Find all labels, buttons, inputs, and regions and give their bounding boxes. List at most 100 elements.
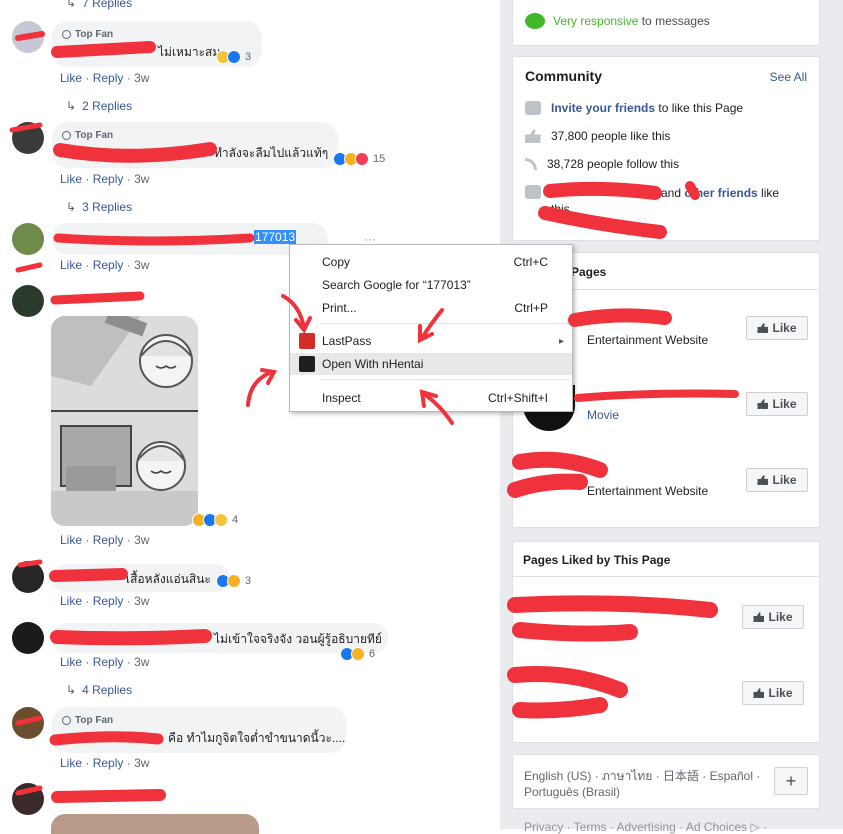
comment-text: ทำลังจะลืมไปแล้วแท้ๆ [214, 146, 329, 160]
comment-actions: Like · Reply · 3w [60, 258, 150, 272]
view-replies-link[interactable]: ↳ 7 Replies [66, 0, 132, 10]
invite-friends-row: Invite your friends to like this Page [525, 101, 743, 115]
related-pages-title: Pages [571, 265, 607, 279]
like-page-button[interactable]: Like [746, 468, 808, 492]
reaction-summary[interactable]: 3 [216, 574, 251, 588]
language-link[interactable]: Português (Brasil) [524, 785, 620, 799]
reaction-summary[interactable]: 6 [340, 647, 375, 661]
comment-actions: Like · Reply · 3w [60, 655, 150, 669]
sad-reaction-icon [214, 513, 228, 527]
people-icon [525, 101, 541, 115]
comment-actions: Like · Reply · 3w [60, 594, 150, 608]
comment-text: 177013 [62, 230, 318, 244]
thumbs-up-icon [753, 688, 765, 698]
messenger-icon [525, 13, 545, 29]
avatar[interactable] [12, 622, 44, 654]
context-menu: Copy Ctrl+C Search Google for “177013” Pr… [289, 244, 573, 412]
menu-item-search-google[interactable]: Search Google for “177013” [290, 274, 572, 296]
top-fan-badge: Top Fan [62, 27, 252, 41]
reply-link[interactable]: Reply [93, 594, 124, 608]
add-language-button[interactable]: + [774, 767, 808, 795]
avatar[interactable] [12, 783, 44, 815]
comment-actions: Like · Reply · 3w [60, 172, 150, 186]
footer-links[interactable]: Privacy · Terms · Advertising · Ad Choic… [524, 820, 767, 834]
comment-actions: Like · Reply · 3w [60, 756, 150, 770]
page-category: Entertainment Website [587, 484, 709, 498]
page-sidebar: Very responsive to messages Community Se… [500, 0, 843, 834]
view-replies-link[interactable]: ↳ 3 Replies [66, 200, 132, 214]
view-replies-link[interactable]: ↳ 2 Replies [66, 99, 132, 113]
pages-liked-title: Pages Liked by This Page [523, 553, 671, 567]
reply-link[interactable]: Reply [93, 756, 124, 770]
pages-liked-card: Pages Liked by This Page Like Like [512, 541, 820, 743]
like-link[interactable]: Like [60, 655, 82, 669]
nhentai-icon [299, 356, 315, 372]
reaction-summary[interactable]: 15 [333, 152, 385, 166]
rss-icon [525, 158, 537, 170]
avatar[interactable] [12, 561, 44, 593]
like-page-button[interactable]: Like [746, 392, 808, 416]
menu-item-lastpass[interactable]: LastPass ▸ [290, 330, 572, 352]
comment-actions: Like · Reply · 3w [60, 533, 150, 547]
like-page-button[interactable]: Like [746, 316, 808, 340]
reply-link[interactable]: Reply [93, 71, 124, 85]
like-link[interactable]: Like [60, 594, 82, 608]
like-link[interactable]: Like [60, 172, 82, 186]
reply-link[interactable]: Reply [93, 533, 124, 547]
responsiveness-card: Very responsive to messages [512, 0, 820, 46]
comment-bubble: ไม่เข้าใจจริงจัง วอนผู้รู้อธิบายทีย์ [52, 623, 388, 653]
lastpass-icon [299, 333, 315, 349]
reaction-summary[interactable]: 3 [216, 50, 251, 64]
language-links[interactable]: English (US) · ภาษาไทย · 日本語 · Español · [524, 769, 760, 783]
badge-icon [62, 29, 71, 39]
comment-bubble: 177013 [52, 223, 328, 255]
comment-text: คือ ทำไมกูจิตใจต่ำขำขนาดนี้วะ.... [168, 731, 346, 745]
comment-text: ไม่เข้าใจจริงจัง วอนผู้รู้อธิบายทีย์ [214, 632, 382, 646]
top-fan-badge: Top Fan [62, 128, 328, 142]
menu-item-copy[interactable]: Copy Ctrl+C [290, 251, 572, 273]
see-all-link[interactable]: See All [770, 70, 807, 84]
page-category[interactable]: Movie [587, 408, 619, 422]
avatar[interactable] [12, 21, 44, 53]
thumbs-up-icon [525, 129, 541, 143]
languages-card: English (US) · ภาษาไทย · 日本語 · Español ·… [512, 754, 820, 809]
reply-link[interactable]: Reply [93, 172, 124, 186]
thumbs-up-icon [757, 475, 769, 485]
community-title: Community [525, 68, 602, 84]
thumbs-up-icon [757, 399, 769, 409]
badge-icon [62, 130, 71, 140]
avatar[interactable] [12, 707, 44, 739]
avatar[interactable] [12, 122, 44, 154]
like-link[interactable]: Like [60, 756, 82, 770]
friends-like-row: and other friends like this [525, 185, 779, 217]
comment-bubble: Top Fan คือ ทำไมกูจิตใจต่ำขำขนาดนี้วะ...… [52, 707, 346, 753]
reply-link[interactable]: Reply [93, 655, 124, 669]
haha-reaction-icon [351, 647, 365, 661]
reaction-summary[interactable]: 4 [192, 513, 238, 527]
menu-item-inspect[interactable]: Inspect Ctrl+Shift+I [290, 387, 572, 409]
comment-image[interactable] [51, 814, 259, 834]
follows-row: 38,728 people follow this [525, 157, 679, 171]
like-page-button[interactable]: Like [742, 605, 804, 629]
view-replies-link[interactable]: ↳ 4 Replies [66, 683, 132, 697]
invite-friends-link[interactable]: Invite your friends [551, 101, 655, 115]
like-link[interactable]: Like [60, 258, 82, 272]
avatar[interactable] [12, 285, 44, 317]
top-fan-badge: Top Fan [62, 713, 336, 727]
other-friends-link[interactable]: other friends [684, 186, 757, 200]
submenu-arrow-icon: ▸ [558, 335, 564, 347]
avatar[interactable] [12, 223, 44, 255]
menu-item-open-with-nhentai[interactable]: Open With nHentai [290, 353, 572, 375]
like-page-button[interactable]: Like [742, 681, 804, 705]
reply-link[interactable]: Reply [93, 258, 124, 272]
menu-item-print[interactable]: Print... Ctrl+P [290, 297, 572, 319]
like-link[interactable]: Like [60, 533, 82, 547]
comment-text: เสื้อหลังแอ่นสินะ [126, 572, 211, 586]
likes-row: 37,800 people like this [525, 129, 670, 143]
thumbs-up-icon [757, 323, 769, 333]
comment-image[interactable] [51, 316, 198, 526]
comment-actions: Like · Reply · 3w [60, 71, 150, 85]
badge-icon [62, 715, 71, 725]
selected-text[interactable]: 177013 [254, 230, 297, 244]
like-link[interactable]: Like [60, 71, 82, 85]
